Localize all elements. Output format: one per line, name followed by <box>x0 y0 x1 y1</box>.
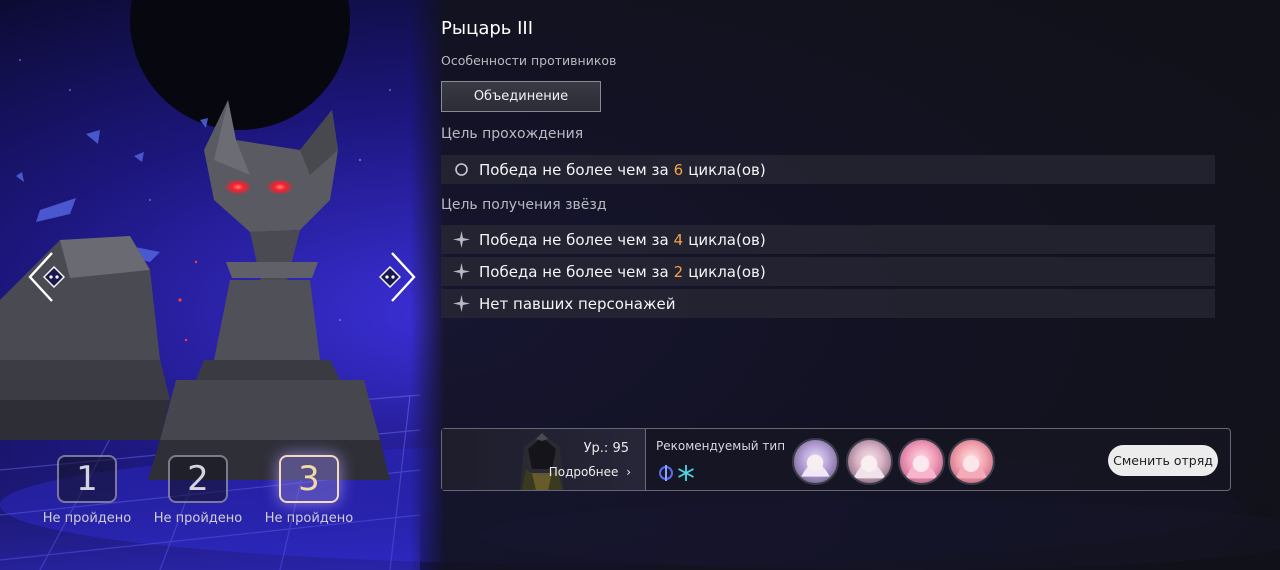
circle-icon <box>455 163 468 176</box>
enemy-features-label: Особенности противников <box>441 53 617 68</box>
star-goal-row: Победа не более чем за 4 цикла(ов) <box>441 225 1215 254</box>
change-team-button[interactable]: Сменить отряд <box>1108 445 1218 476</box>
star-goal-suffix: цикла(ов) <box>688 230 766 249</box>
character-portrait-icon <box>955 455 988 479</box>
stage-number: 3 <box>279 455 339 503</box>
star-icon <box>453 295 470 312</box>
character-avatar[interactable] <box>898 438 945 485</box>
character-portrait-icon <box>801 454 830 477</box>
goal-number: 6 <box>673 160 684 179</box>
boss-card[interactable]: Ур.: 95 Подробнее › <box>442 429 646 490</box>
character-avatar[interactable] <box>948 438 995 485</box>
recommended-type-icons <box>659 465 694 481</box>
goal-suffix: цикла(ов) <box>688 160 766 179</box>
page-title: Рыцарь III <box>441 18 534 39</box>
boss-level: Ур.: 95 <box>583 441 629 456</box>
ice-icon <box>678 465 694 481</box>
quantum-icon <box>659 465 673 481</box>
stage-selector-2[interactable]: 2 Не пройдено <box>153 455 243 526</box>
star-goal-row: Победа не более чем за 2 цикла(ов) <box>441 257 1215 286</box>
stage-selector-1[interactable]: 1 Не пройдено <box>42 455 132 526</box>
character-avatar[interactable] <box>792 438 839 485</box>
star-goal-prefix: Победа не более чем за <box>479 230 669 249</box>
completion-goal-row: Победа не более чем за 6 цикла(ов) <box>441 155 1215 184</box>
team-bar: Ур.: 95 Подробнее › Рекомендуемый тип См… <box>441 428 1231 491</box>
star-goal-number: 2 <box>673 262 684 281</box>
character-portrait-icon <box>853 455 886 479</box>
recommended-type-label: Рекомендуемый тип <box>656 439 786 453</box>
stage-status: Не пройдено <box>264 511 354 526</box>
boss-portrait-icon <box>520 433 564 490</box>
star-icon <box>453 231 470 248</box>
next-stage-arrow[interactable] <box>374 250 418 304</box>
details-link-label: Подробнее <box>548 465 619 479</box>
completion-goal-label: Цель прохождения <box>441 126 584 142</box>
star-goal-prefix: Победа не более чем за <box>479 262 669 281</box>
star-goals-label: Цель получения звёзд <box>441 197 607 213</box>
chevron-left-icon <box>28 252 65 302</box>
star-goal-suffix: цикла(ов) <box>688 262 766 281</box>
details-link[interactable]: Подробнее › <box>549 465 631 479</box>
character-avatar[interactable] <box>846 438 893 485</box>
goal-prefix: Победа не более чем за <box>479 160 669 179</box>
star-goal-row: Нет павших персонажей <box>441 289 1215 318</box>
star-icon <box>453 263 470 280</box>
stage-number: 1 <box>57 455 117 503</box>
chevron-right-icon: › <box>626 465 631 479</box>
stage-number: 2 <box>168 455 228 503</box>
star-goal-number: 4 <box>673 230 684 249</box>
stage-status: Не пройдено <box>42 511 132 526</box>
chevron-right-icon <box>379 252 416 302</box>
prev-stage-arrow[interactable] <box>26 250 70 304</box>
character-portrait-icon <box>905 455 938 479</box>
star-goal-text: Нет павших персонажей <box>479 294 676 313</box>
enemy-feature-button[interactable]: Объединение <box>441 81 601 112</box>
stage-selector-3[interactable]: 3 Не пройдено <box>264 455 354 526</box>
stage-status: Не пройдено <box>153 511 243 526</box>
